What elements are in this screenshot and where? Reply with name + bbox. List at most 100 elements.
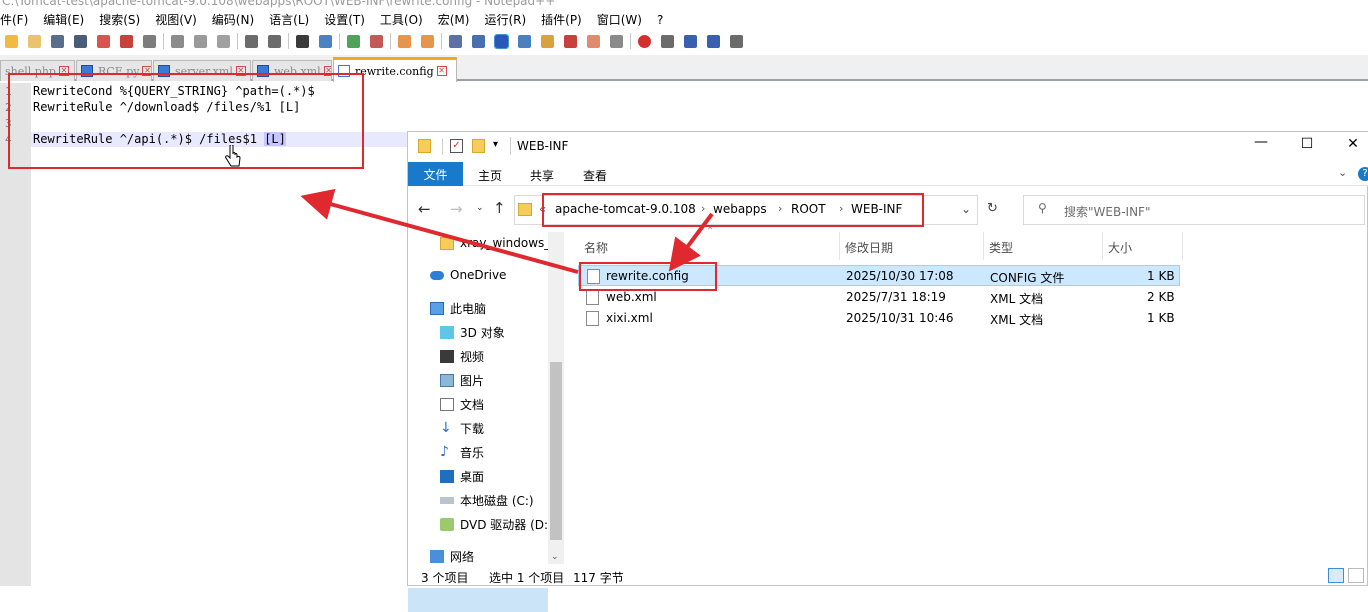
close-all-icon[interactable] <box>117 32 135 50</box>
column-header-size[interactable]: 大小 <box>1108 239 1132 256</box>
menu-run[interactable]: 运行(R) <box>476 11 533 28</box>
forward-arrow-icon[interactable]: → <box>450 200 463 218</box>
dvd-icon <box>440 518 454 531</box>
nav-item-dvd[interactable]: DVD 驱动器 (D: <box>440 516 548 533</box>
nav-item-desktop[interactable]: 桌面 <box>440 468 484 485</box>
open-file-icon[interactable] <box>25 32 43 50</box>
ribbon-tab-home[interactable]: 主页 <box>478 167 502 184</box>
menu-language[interactable]: 语言(L) <box>261 11 316 28</box>
function-list-icon[interactable] <box>561 32 579 50</box>
scroll-down-icon[interactable]: ⌄ <box>551 552 559 562</box>
stop-macro-icon[interactable] <box>658 32 676 50</box>
undo-icon[interactable] <box>242 32 260 50</box>
column-header-modified[interactable]: 修改日期 <box>845 239 893 256</box>
sync-horizontal-icon[interactable] <box>418 32 436 50</box>
nav-item-music[interactable]: ♪ 音乐 <box>440 444 484 461</box>
doc-map-icon[interactable] <box>538 32 556 50</box>
menu-edit[interactable]: 编辑(E) <box>35 11 91 28</box>
file-modified: 2025/10/31 10:46 <box>846 311 954 325</box>
close-icon[interactable] <box>94 32 112 50</box>
menu-tools[interactable]: 工具(O) <box>372 11 430 28</box>
folder-workspace-icon[interactable] <box>584 32 602 50</box>
show-all-chars-icon[interactable] <box>469 32 487 50</box>
menu-window[interactable]: 窗口(W) <box>589 11 649 28</box>
refresh-icon[interactable]: ↻ <box>987 201 998 216</box>
record-macro-icon[interactable] <box>635 32 653 50</box>
save-all-icon[interactable] <box>71 32 89 50</box>
nav-item-pictures[interactable]: 图片 <box>440 372 484 389</box>
run-macro-multiple-icon[interactable] <box>704 32 722 50</box>
zoom-out-icon[interactable] <box>367 32 385 50</box>
paste-icon[interactable] <box>214 32 232 50</box>
nav-item-onedrive[interactable]: OneDrive <box>430 268 506 282</box>
menu-encoding[interactable]: 编码(N) <box>204 11 261 28</box>
column-divider[interactable] <box>983 232 984 260</box>
nav-item-downloads[interactable]: ↓ 下载 <box>440 420 484 437</box>
user-language-icon[interactable] <box>515 32 533 50</box>
menu-view[interactable]: 视图(V) <box>147 11 204 28</box>
menu-macro[interactable]: 宏(M) <box>430 11 477 28</box>
column-divider[interactable] <box>1102 232 1103 260</box>
column-header-type[interactable]: 类型 <box>989 239 1013 256</box>
nav-item-videos[interactable]: 视频 <box>440 348 484 365</box>
nav-item-documents[interactable]: 文档 <box>440 396 484 413</box>
nav-item-this-pc[interactable]: 此电脑 <box>430 300 486 317</box>
ribbon-tab-view[interactable]: 查看 <box>583 167 607 184</box>
indent-guide-icon[interactable] <box>492 32 510 50</box>
help-icon[interactable]: ? <box>1358 167 1368 181</box>
play-macro-icon[interactable] <box>681 32 699 50</box>
ribbon-tab-share[interactable]: 共享 <box>530 167 554 184</box>
nav-item[interactable]: xray_windows_a <box>440 236 558 250</box>
column-header-name[interactable]: 名称 <box>584 239 608 256</box>
back-arrow-icon[interactable]: ← <box>418 200 431 218</box>
nav-item-network[interactable]: 网络 <box>430 548 474 565</box>
file-row[interactable]: xixi.xml 2025/10/31 10:46 XML 文档 1 KB <box>578 308 1180 329</box>
large-icons-view-icon[interactable] <box>1348 568 1364 583</box>
cut-icon[interactable] <box>168 32 186 50</box>
copy-icon[interactable] <box>191 32 209 50</box>
print-icon[interactable] <box>140 32 158 50</box>
properties-icon[interactable]: ✓ <box>450 139 463 153</box>
column-divider[interactable] <box>839 232 840 260</box>
save-macro-icon[interactable] <box>727 32 745 50</box>
ribbon-tab-file[interactable]: 文件 <box>408 162 463 186</box>
expand-ribbon-icon[interactable]: ⌄ <box>1338 166 1347 179</box>
details-view-icon[interactable] <box>1328 568 1344 583</box>
monitoring-icon[interactable] <box>607 32 625 50</box>
menu-plugins[interactable]: 插件(P) <box>533 11 589 28</box>
replace-icon[interactable] <box>316 32 334 50</box>
new-file-icon[interactable] <box>2 32 20 50</box>
file-list-pane: ⌃ 名称 修改日期 类型 大小 rewrite.config 2025/10/3… <box>578 226 1368 564</box>
file-type: XML 文档 <box>990 292 1044 306</box>
zoom-in-icon[interactable] <box>344 32 362 50</box>
status-bar: 3 个项目 选中 1 个项目 117 字节 <box>408 564 1368 587</box>
menu-file[interactable]: 件(F) <box>0 11 35 28</box>
new-folder-icon[interactable] <box>472 139 485 153</box>
nav-item-3d-objects[interactable]: 3D 对象 <box>440 324 505 341</box>
annotation-box-file <box>579 262 717 291</box>
menu-search[interactable]: 搜索(S) <box>91 11 147 28</box>
find-icon[interactable] <box>293 32 311 50</box>
window-title: WEB-INF <box>517 139 569 153</box>
nav-scrollbar-thumb[interactable] <box>550 362 562 540</box>
recent-locations-icon[interactable]: ⌄ <box>476 203 484 213</box>
menu-settings[interactable]: 设置(T) <box>316 11 372 28</box>
close-window-icon[interactable]: ✕ <box>1343 136 1363 152</box>
up-arrow-icon[interactable]: ↑ <box>493 199 506 217</box>
word-wrap-icon[interactable] <box>446 32 464 50</box>
sync-vertical-icon[interactable] <box>395 32 413 50</box>
nav-item-local-disk[interactable]: 本地磁盘 (C:) <box>440 492 534 509</box>
redo-icon[interactable] <box>265 32 283 50</box>
minimize-icon[interactable]: — <box>1251 134 1271 150</box>
search-icon: ⚲ <box>1038 201 1047 215</box>
column-divider[interactable] <box>1182 232 1183 260</box>
maximize-icon[interactable]: ☐ <box>1297 136 1317 152</box>
save-icon[interactable] <box>48 32 66 50</box>
menu-help[interactable]: ? <box>649 13 670 27</box>
explorer-title-bar: ✓ ▾ WEB-INF — ☐ ✕ <box>408 132 1368 162</box>
toolbar-separator <box>237 33 238 49</box>
quick-access-dropdown-icon[interactable]: ▾ <box>493 139 498 150</box>
chevron-down-icon[interactable]: ⌄ <box>961 202 971 216</box>
search-input[interactable]: ⚲ 搜索"WEB-INF" <box>1023 195 1365 225</box>
close-icon[interactable]: ✕ <box>436 66 447 76</box>
